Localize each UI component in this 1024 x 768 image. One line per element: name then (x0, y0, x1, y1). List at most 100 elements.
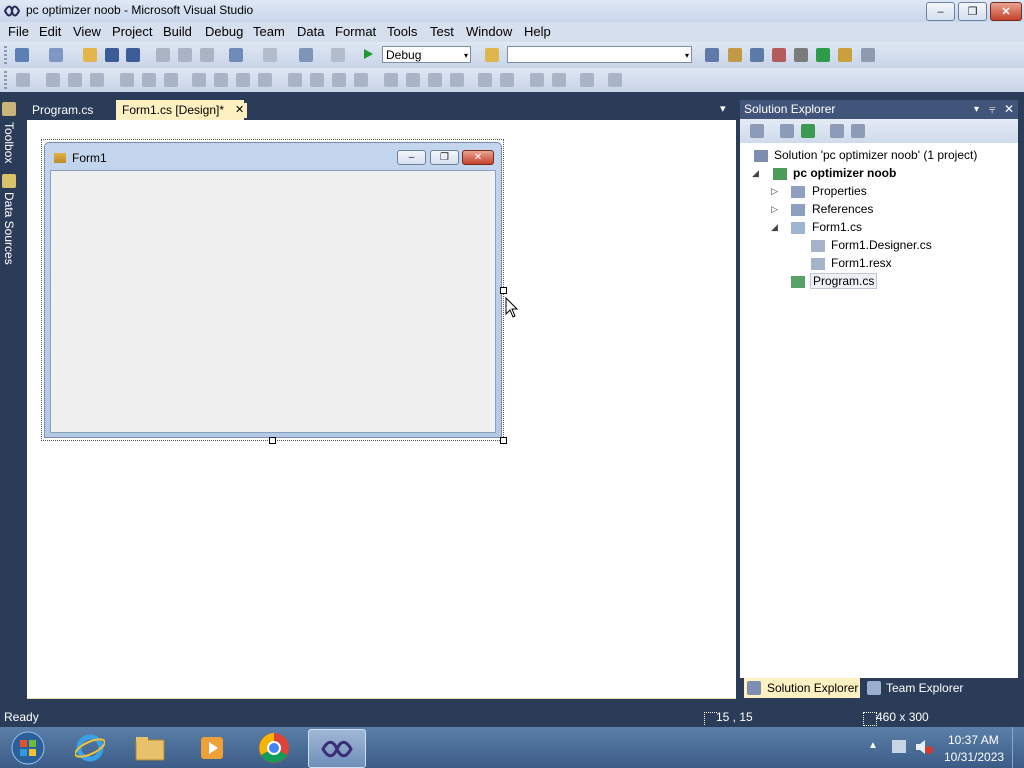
tree-program-cs[interactable]: Program.cs (810, 273, 878, 289)
menu-help[interactable]: Help (524, 24, 551, 39)
command-window-icon[interactable] (838, 48, 852, 62)
properties-icon[interactable] (780, 124, 794, 138)
expanded-icon[interactable]: ◢ (771, 222, 778, 233)
save-icon[interactable] (105, 48, 119, 62)
tab-team-explorer[interactable]: Team Explorer (864, 678, 984, 698)
tree-form1-resx[interactable]: Form1.resx (831, 256, 892, 270)
start-debugging-icon[interactable] (362, 48, 374, 60)
increase-horizontal-spacing-icon[interactable] (310, 73, 324, 87)
menu-edit[interactable]: Edit (39, 24, 61, 39)
close-tab-icon[interactable]: ✕ (232, 103, 248, 118)
tab-form1-design[interactable]: Form1.cs [Design]* (116, 100, 244, 120)
find-in-files-icon[interactable] (485, 48, 499, 62)
show-desktop-button[interactable] (1012, 727, 1024, 768)
paste-icon[interactable] (200, 48, 214, 62)
resize-handle-bottom-right[interactable] (500, 437, 507, 444)
decrease-horizontal-spacing-icon[interactable] (332, 73, 346, 87)
tree-form1-designer-cs[interactable]: Form1.Designer.cs (831, 238, 932, 252)
tab-overflow-icon[interactable]: ▾ (720, 102, 726, 115)
lock-controls-icon[interactable] (608, 73, 622, 87)
expanded-icon[interactable]: ◢ (752, 168, 759, 179)
other-windows-icon[interactable] (861, 48, 875, 62)
send-to-back-icon[interactable] (552, 73, 566, 87)
menu-test[interactable]: Test (430, 24, 454, 39)
find-combo[interactable]: ▾ (507, 46, 692, 63)
menu-build[interactable]: Build (163, 24, 192, 39)
save-all-icon[interactable] (126, 48, 140, 62)
collapsed-icon[interactable]: ▷ (771, 186, 778, 197)
align-lefts-icon[interactable] (46, 73, 60, 87)
network-icon[interactable] (892, 740, 906, 753)
designer-form[interactable]: Form1 – ❐ ✕ (44, 142, 502, 438)
undo-icon[interactable] (229, 48, 243, 62)
tab-order-icon[interactable] (580, 73, 594, 87)
collapsed-icon[interactable]: ▷ (771, 204, 778, 215)
toolbox-tab[interactable]: Toolbox (2, 122, 16, 163)
redo-icon[interactable] (263, 48, 277, 62)
size-to-grid-icon[interactable] (214, 73, 228, 87)
make-same-size-icon[interactable] (258, 73, 272, 87)
menu-view[interactable]: View (73, 24, 101, 39)
start-button[interactable] (0, 729, 56, 766)
solution-configuration-dropdown[interactable]: Debug ▾ (382, 46, 471, 63)
clock-date[interactable]: 10/31/2023 (944, 750, 1004, 764)
restore-button[interactable]: ❐ (958, 2, 987, 21)
close-panel-icon[interactable]: ✕ (1004, 100, 1014, 119)
menu-file[interactable]: File (8, 24, 29, 39)
tree-form1-cs[interactable]: Form1.cs (812, 220, 862, 234)
make-same-height-icon[interactable] (236, 73, 250, 87)
data-sources-tab[interactable]: Data Sources (2, 192, 16, 265)
extension-manager-icon[interactable] (794, 48, 808, 62)
tab-program-cs[interactable]: Program.cs (26, 100, 99, 120)
tree-solution[interactable]: Solution 'pc optimizer noob' (1 project) (774, 148, 977, 162)
add-item-icon[interactable] (49, 48, 63, 62)
menu-data[interactable]: Data (297, 24, 324, 39)
internet-explorer-button[interactable] (62, 729, 118, 766)
menu-window[interactable]: Window (466, 24, 512, 39)
center-horizontally-icon[interactable] (478, 73, 492, 87)
menu-debug[interactable]: Debug (205, 24, 243, 39)
make-same-width-icon[interactable] (192, 73, 206, 87)
chrome-button[interactable] (246, 729, 302, 766)
remove-horizontal-spacing-icon[interactable] (354, 73, 368, 87)
tree-project[interactable]: pc optimizer noob (793, 166, 896, 180)
remove-vertical-spacing-icon[interactable] (450, 73, 464, 87)
minimize-button[interactable]: – (926, 2, 955, 21)
open-file-icon[interactable] (83, 48, 97, 62)
window-position-icon[interactable]: ▾ (974, 100, 979, 119)
navigate-forward-icon[interactable] (331, 48, 345, 62)
align-to-grid-icon[interactable] (16, 73, 30, 87)
toolbox-icon[interactable] (772, 48, 786, 62)
form-client-area[interactable] (50, 170, 496, 433)
toolbar-grip[interactable] (4, 46, 7, 64)
align-tops-icon[interactable] (120, 73, 134, 87)
view-class-diagram-icon[interactable] (851, 124, 865, 138)
start-page-icon[interactable] (816, 48, 830, 62)
visual-studio-taskbar-button[interactable] (308, 729, 366, 768)
vertical-spacing-icon[interactable] (384, 73, 398, 87)
cut-icon[interactable] (156, 48, 170, 62)
object-browser-icon[interactable] (750, 48, 764, 62)
copy-icon[interactable] (178, 48, 192, 62)
menu-format[interactable]: Format (335, 24, 376, 39)
center-vertically-icon[interactable] (500, 73, 514, 87)
menu-team[interactable]: Team (253, 24, 285, 39)
align-centers-icon[interactable] (68, 73, 82, 87)
tab-solution-explorer[interactable]: Solution Explorer (744, 678, 860, 698)
decrease-vertical-spacing-icon[interactable] (428, 73, 442, 87)
tree-properties[interactable]: Properties (812, 184, 867, 198)
toolbar-grip[interactable] (4, 71, 7, 89)
volume-muted-icon[interactable] (914, 739, 934, 755)
show-hidden-icons-button[interactable]: ▲ (868, 740, 878, 751)
refresh-icon[interactable] (801, 124, 815, 138)
new-project-icon[interactable] (15, 48, 29, 62)
horizontal-spacing-icon[interactable] (288, 73, 302, 87)
align-middles-icon[interactable] (142, 73, 156, 87)
show-all-files-icon[interactable] (750, 124, 764, 138)
menu-tools[interactable]: Tools (387, 24, 417, 39)
media-player-button[interactable] (184, 729, 240, 766)
navigate-backward-icon[interactable] (299, 48, 313, 62)
pin-icon[interactable]: ⫧ (989, 100, 996, 119)
resize-handle-right[interactable] (500, 287, 507, 294)
view-code-icon[interactable] (830, 124, 844, 138)
